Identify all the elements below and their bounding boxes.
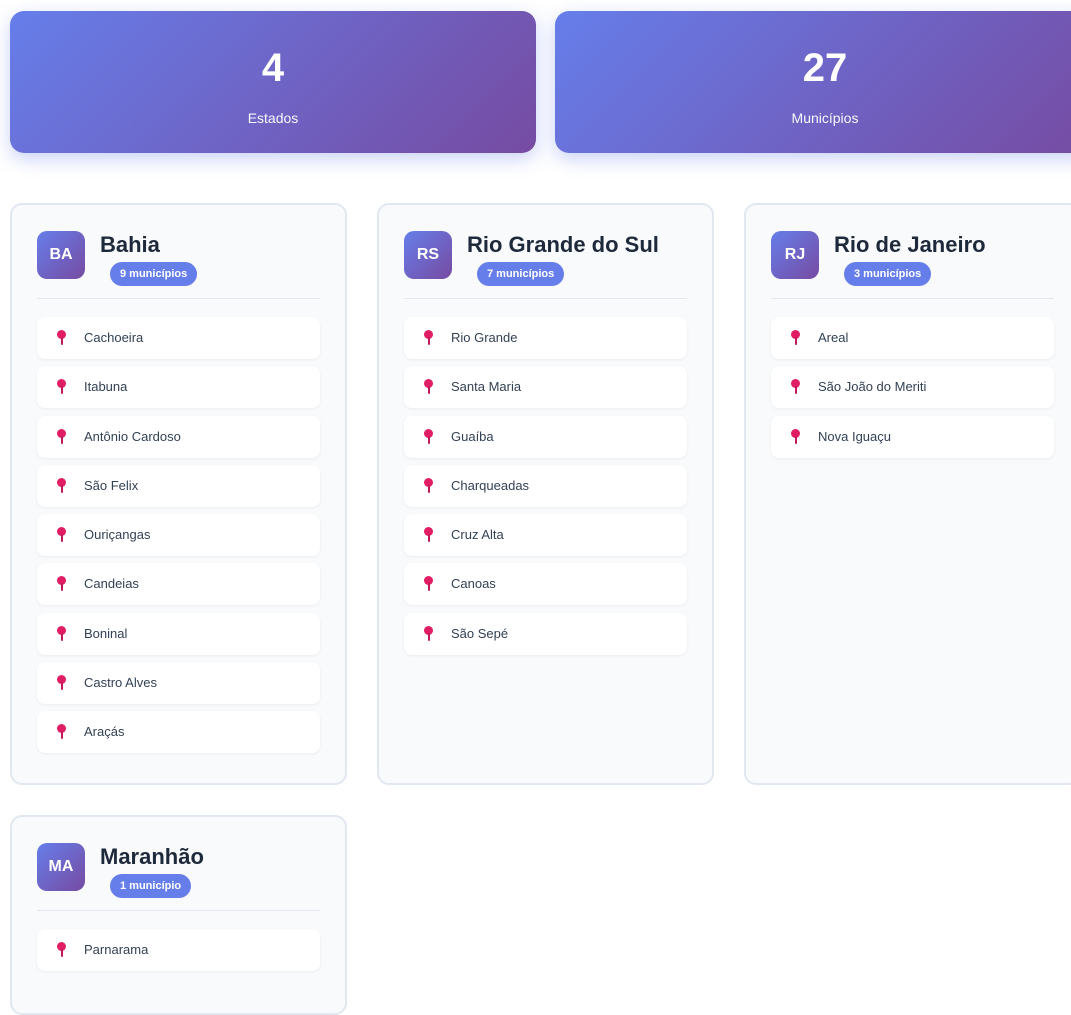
state-abbr-badge: RJ bbox=[771, 231, 819, 279]
city-name: Antônio Cardoso bbox=[84, 428, 181, 444]
map-pin-icon bbox=[56, 477, 66, 494]
state-card: RS Rio Grande do Sul 7 municípios Rio Grand… bbox=[377, 203, 714, 785]
city-name: Areal bbox=[818, 330, 849, 345]
stat-label: Municípios bbox=[791, 110, 859, 126]
city-item[interactable]: Guaíba bbox=[404, 415, 687, 458]
city-item[interactable]: Canoas bbox=[404, 563, 687, 606]
state-header: RS Rio Grande do Sul 7 municípios bbox=[404, 231, 687, 299]
city-item[interactable]: Nova Iguaçu bbox=[771, 415, 1054, 458]
city-item[interactable]: São João do Meriti bbox=[771, 366, 1054, 409]
stat-value: 27 bbox=[802, 46, 848, 90]
city-item[interactable]: São Felix bbox=[37, 464, 320, 507]
map-pin-icon bbox=[56, 330, 66, 346]
map-pin-icon bbox=[56, 379, 66, 395]
city-item[interactable]: Cruz Alta bbox=[404, 514, 687, 557]
map-pin-icon bbox=[56, 675, 66, 691]
city-name: Guaíba bbox=[451, 428, 494, 444]
map-pin-icon bbox=[790, 428, 800, 445]
city-name: Itabuna bbox=[84, 379, 128, 395]
city-name: Araçás bbox=[84, 724, 125, 740]
city-item[interactable]: Ouriçangas bbox=[37, 514, 320, 557]
city-name: Castro Alves bbox=[84, 675, 157, 691]
municipality-count-badge: 1 município bbox=[110, 874, 192, 898]
map-pin-icon bbox=[56, 527, 66, 543]
map-pin-icon bbox=[56, 724, 66, 740]
stat-card-municipalities: 27 Municípios bbox=[555, 11, 1071, 153]
state-abbr-badge: MA bbox=[37, 843, 85, 891]
city-name: Cruz Alta bbox=[451, 527, 504, 543]
state-header: BA Bahia 9 municípios bbox=[37, 231, 320, 299]
city-item[interactable]: Santa Maria bbox=[404, 366, 687, 409]
map-pin-icon bbox=[423, 379, 433, 395]
map-pin-icon bbox=[423, 576, 433, 592]
map-pin-icon bbox=[790, 330, 800, 346]
map-pin-icon bbox=[56, 576, 66, 592]
city-item[interactable]: Cachoeira bbox=[37, 317, 320, 359]
map-pin-icon bbox=[790, 379, 800, 395]
map-pin-icon bbox=[56, 428, 66, 445]
map-pin-icon bbox=[423, 625, 433, 642]
city-name: Cachoeira bbox=[84, 330, 144, 345]
city-name: São Sepé bbox=[451, 625, 509, 641]
city-name: Charqueadas bbox=[451, 477, 530, 493]
state-card: BA Bahia 9 municípios Cachoeira Itabuna Antôn… bbox=[10, 203, 347, 785]
city-list: Areal São João do Meriti Nova Iguaçu bbox=[771, 317, 1054, 465]
city-item[interactable]: Parnarama bbox=[37, 929, 320, 971]
city-name: Boninal bbox=[84, 625, 128, 641]
state-card: MA Maranhão 1 município Parnarama bbox=[10, 815, 347, 1015]
city-name: Ouriçangas bbox=[84, 527, 151, 543]
map-pin-icon bbox=[56, 625, 66, 642]
state-name: Rio Grande do Sul bbox=[467, 232, 659, 257]
city-name: São Felix bbox=[84, 477, 139, 493]
stat-card-states: 4 Estados bbox=[10, 11, 536, 153]
state-name: Bahia bbox=[100, 232, 160, 257]
city-name: Nova Iguaçu bbox=[818, 428, 891, 444]
city-name: Parnarama bbox=[84, 942, 149, 957]
stat-label: Estados bbox=[247, 110, 299, 126]
map-pin-icon bbox=[423, 330, 433, 346]
state-abbr-badge: BA bbox=[37, 231, 85, 279]
state-header: MA Maranhão 1 município bbox=[37, 843, 320, 911]
city-item[interactable]: São Sepé bbox=[404, 612, 687, 655]
city-item[interactable]: Boninal bbox=[37, 612, 320, 655]
municipality-count-badge: 7 municípios bbox=[477, 262, 565, 286]
city-name: Santa Maria bbox=[451, 379, 522, 395]
state-header: RJ Rio de Janeiro 3 municípios bbox=[771, 231, 1054, 299]
state-card: RJ Rio de Janeiro 3 municípios Areal São Joã… bbox=[744, 203, 1071, 785]
municipality-count-badge: 9 municípios bbox=[110, 262, 198, 286]
city-name: Canoas bbox=[451, 576, 496, 592]
city-name: São João do Meriti bbox=[818, 379, 927, 395]
city-item[interactable]: Rio Grande bbox=[404, 317, 687, 359]
city-item[interactable]: Araçás bbox=[37, 711, 320, 754]
map-pin-icon bbox=[423, 477, 433, 494]
city-list: Cachoeira Itabuna Antônio Cardoso São Felix… bbox=[37, 317, 320, 761]
city-item[interactable]: Candeias bbox=[37, 563, 320, 606]
city-item[interactable]: Areal bbox=[771, 317, 1054, 359]
stats-row: 4 Estados 27 Municípios bbox=[10, 11, 1071, 153]
state-abbr-badge: RS bbox=[404, 231, 452, 279]
city-name: Rio Grande bbox=[451, 330, 518, 345]
city-item[interactable]: Charqueadas bbox=[404, 464, 687, 507]
state-name: Maranhão bbox=[100, 844, 204, 869]
municipality-count-badge: 3 municípios bbox=[844, 262, 932, 286]
map-pin-icon bbox=[423, 527, 433, 543]
city-item[interactable]: Itabuna bbox=[37, 366, 320, 409]
city-list: Rio Grande Santa Maria Guaíba Charqueadas Cr… bbox=[404, 317, 687, 662]
city-name: Candeias bbox=[84, 576, 139, 592]
map-pin-icon bbox=[423, 428, 433, 445]
state-name: Rio de Janeiro bbox=[834, 232, 986, 257]
map-pin-icon bbox=[56, 942, 66, 958]
city-item[interactable]: Antônio Cardoso bbox=[37, 415, 320, 458]
city-item[interactable]: Castro Alves bbox=[37, 662, 320, 705]
city-list: Parnarama bbox=[37, 929, 320, 978]
stat-value: 4 bbox=[261, 46, 285, 90]
